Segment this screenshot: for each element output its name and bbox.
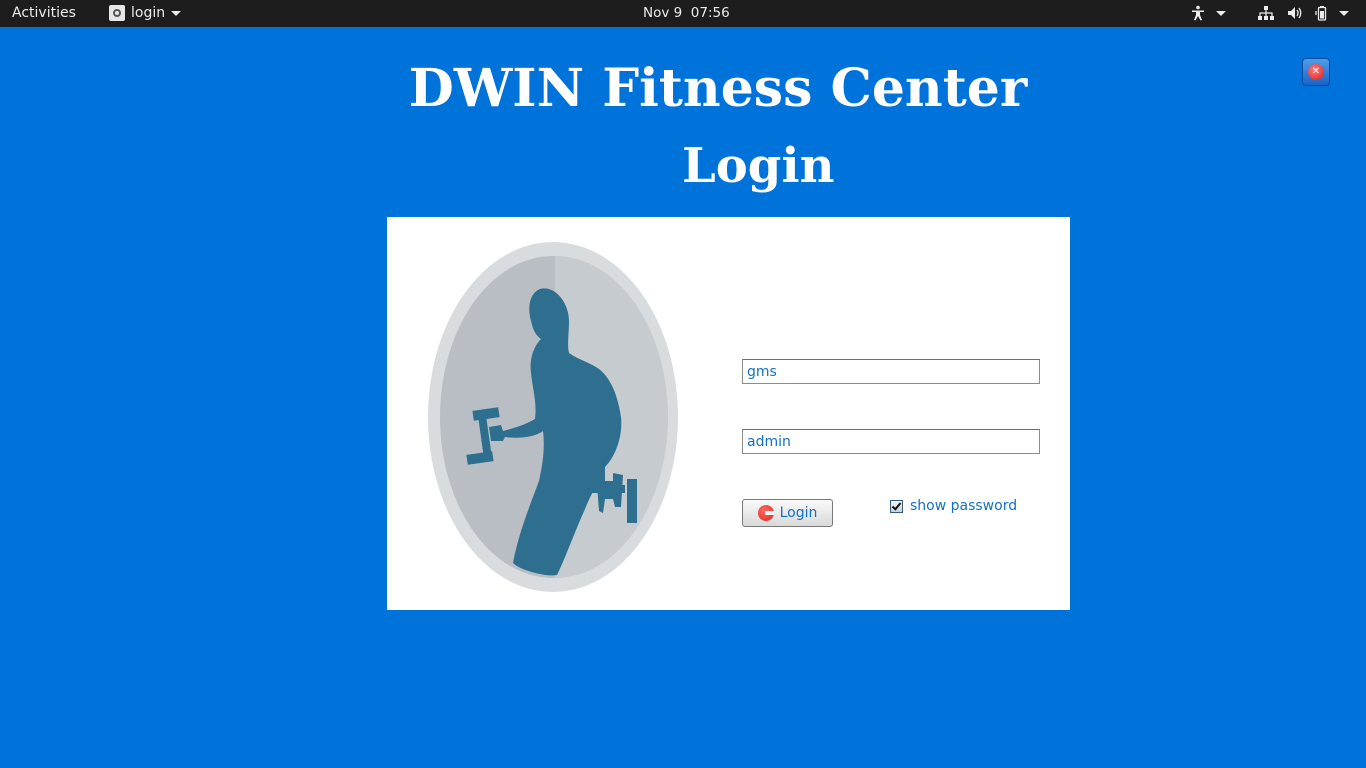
close-icon: ✕ bbox=[1308, 64, 1324, 80]
show-password-label: show password bbox=[910, 498, 1018, 514]
login-button[interactable]: Login bbox=[742, 499, 833, 527]
volume-icon bbox=[1287, 5, 1303, 21]
accessibility-menu[interactable] bbox=[1190, 4, 1226, 22]
system-menu[interactable] bbox=[1257, 4, 1349, 22]
show-password-checkbox[interactable] bbox=[890, 499, 903, 513]
app-menu-label: login bbox=[131, 5, 166, 21]
app-menu[interactable]: login bbox=[109, 5, 182, 21]
login-panel: Login show password bbox=[387, 217, 1070, 610]
clock[interactable]: Nov 9 07:56 bbox=[643, 5, 730, 21]
chevron-down-icon bbox=[171, 10, 182, 16]
accessibility-icon bbox=[1190, 5, 1206, 21]
chevron-down-icon bbox=[1339, 10, 1349, 16]
app-icon bbox=[109, 5, 125, 21]
page-title: Login bbox=[682, 138, 835, 194]
activities-button[interactable]: Activities bbox=[12, 5, 76, 21]
username-field[interactable] bbox=[742, 359, 1040, 384]
battery-icon bbox=[1315, 5, 1331, 21]
chevron-down-icon bbox=[1216, 10, 1226, 16]
login-button-label: Login bbox=[779, 505, 818, 521]
top-bar: Activities login Nov 9 07:56 bbox=[0, 0, 1366, 27]
fitness-logo-image bbox=[427, 241, 679, 593]
app-title: DWIN Fitness Center bbox=[408, 58, 1028, 119]
password-field[interactable] bbox=[742, 429, 1040, 454]
network-icon bbox=[1257, 5, 1275, 21]
power-icon bbox=[757, 505, 774, 521]
show-password-toggle[interactable]: show password bbox=[890, 498, 1017, 514]
close-button[interactable]: ✕ bbox=[1302, 58, 1330, 86]
